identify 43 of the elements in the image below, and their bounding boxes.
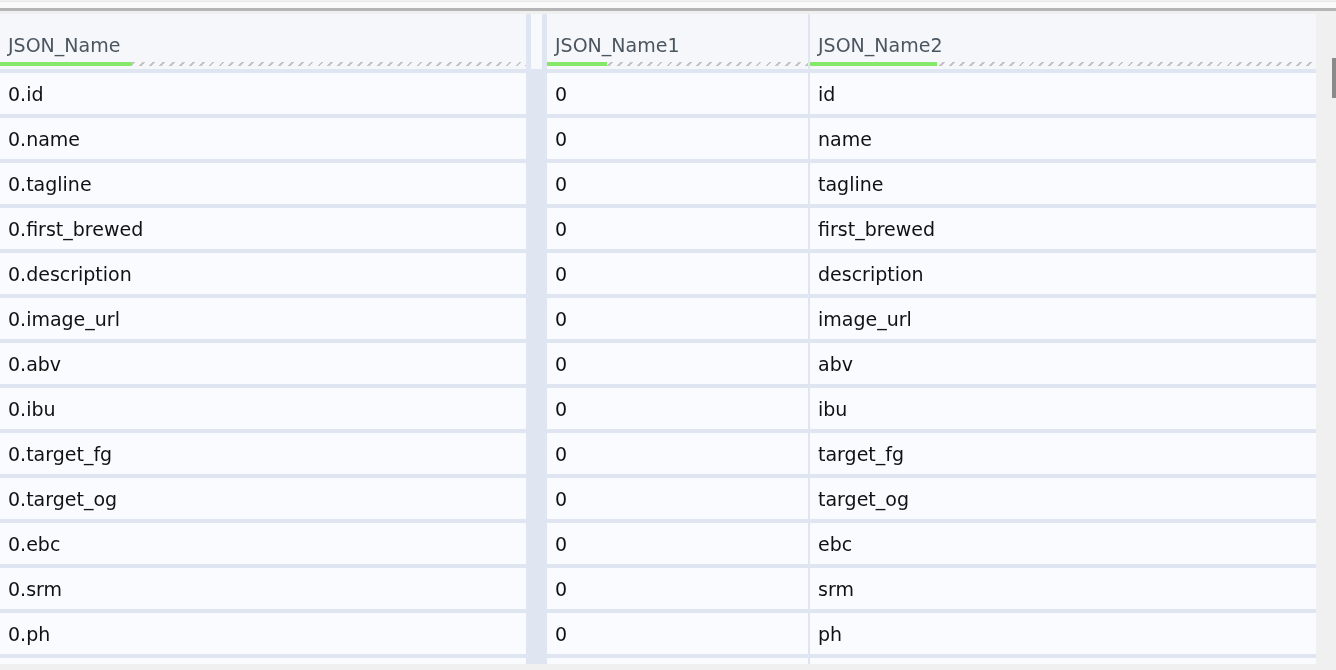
table-cell: description — [810, 253, 1316, 294]
scrollbar-thumb[interactable] — [1332, 58, 1336, 98]
table-cell: 0 — [547, 163, 808, 204]
table-cell: 0.description — [0, 253, 526, 294]
table-cell: id — [810, 73, 1316, 114]
table-cell: 0 — [547, 208, 808, 249]
table-cell: ph — [810, 613, 1316, 654]
table-cell: 0.ebc — [0, 523, 526, 564]
table-cell: 0 — [547, 298, 808, 339]
table-cell: 0.tagline — [0, 163, 526, 204]
table-cell: 0 — [547, 118, 808, 159]
table-cell: 0 — [547, 73, 808, 114]
table-cell: name — [810, 118, 1316, 159]
table-cell: 0 — [547, 343, 808, 384]
table-cell: 0.srm — [0, 568, 526, 609]
table-cell: 0 — [547, 433, 808, 474]
column-splitter[interactable] — [528, 14, 545, 69]
table-cell: 0.target_og — [0, 478, 526, 519]
table-cell: 0.abv — [0, 343, 526, 384]
table-cell: abv — [810, 343, 1316, 384]
table-cell: 0 — [547, 523, 808, 564]
table-cell: 0.target_fg — [0, 433, 526, 474]
table-cell: first_brewed — [810, 208, 1316, 249]
table-cell: 0.first_brewed — [0, 208, 526, 249]
table-cell: 0.ph — [0, 613, 526, 654]
table-cell: 0 — [547, 388, 808, 429]
table-cell: 0.image_url — [0, 298, 526, 339]
table-cell: ibu — [810, 388, 1316, 429]
table-cell: srm — [810, 568, 1316, 609]
table-cell: 0 — [547, 478, 808, 519]
table-cell: image_url — [810, 298, 1316, 339]
table-cell: 0.id — [0, 73, 526, 114]
column-header[interactable]: JSON_Name — [0, 34, 121, 62]
table-cell: ebc — [810, 523, 1316, 564]
table-cell: 0 — [547, 253, 808, 294]
table-cell: target_fg — [810, 433, 1316, 474]
table-cell: 0 — [547, 613, 808, 654]
column-header[interactable]: JSON_Name2 — [810, 34, 943, 62]
table-cell: target_og — [810, 478, 1316, 519]
table-cell: tagline — [810, 163, 1316, 204]
table-cell: 0.name — [0, 118, 526, 159]
table-cell: 0.ibu — [0, 388, 526, 429]
table-cell: 0 — [547, 568, 808, 609]
